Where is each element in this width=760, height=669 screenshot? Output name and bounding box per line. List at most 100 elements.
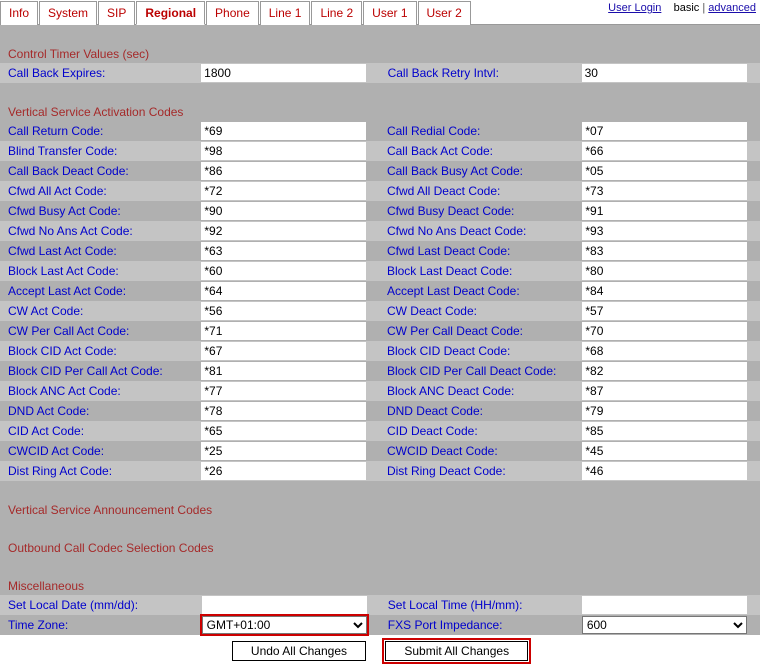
call-back-expires-input[interactable] bbox=[201, 64, 366, 82]
dnd-deact-code-input[interactable] bbox=[582, 402, 747, 420]
form-row: Cfwd No Ans Act Code:Cfwd No Ans Deact C… bbox=[0, 221, 760, 241]
section-announcement: Vertical Service Announcement Codes bbox=[0, 499, 760, 519]
tab-line-1[interactable]: Line 1 bbox=[260, 1, 311, 25]
call-back-retry-intvl-input[interactable] bbox=[582, 64, 747, 82]
cfwd-last-act-code-label: Cfwd Last Act Code: bbox=[0, 241, 201, 261]
blind-transfer-code-label: Blind Transfer Code: bbox=[0, 141, 201, 161]
section-control-timer: Control Timer Values (sec) bbox=[0, 43, 760, 63]
form-row: Dist Ring Act Code: Dist Ring Deact Code: bbox=[0, 461, 760, 481]
form-row: Block CID Act Code:Block CID Deact Code: bbox=[0, 341, 760, 361]
submit-all-changes-button[interactable]: Submit All Changes bbox=[385, 641, 528, 661]
cfwd-busy-deact-code-input[interactable] bbox=[582, 202, 747, 220]
accept-last-deact-code-input[interactable] bbox=[582, 282, 747, 300]
cw-act-code-input[interactable] bbox=[201, 302, 366, 320]
form-row: DND Act Code: DND Deact Code: bbox=[0, 401, 760, 421]
section-misc: Miscellaneous bbox=[0, 575, 760, 595]
time-zone-input[interactable]: GMT+01:00 bbox=[202, 616, 367, 634]
set-local-time-label: Set Local Time (HH/mm): bbox=[380, 595, 582, 615]
cfwd-all-deact-code-input[interactable] bbox=[582, 182, 747, 200]
cfwd-all-act-code-label: Cfwd All Act Code: bbox=[0, 181, 201, 201]
cw-deact-code-input[interactable] bbox=[582, 302, 747, 320]
cid-act-code-input[interactable] bbox=[201, 422, 366, 440]
cw-per-call-act-code-label: CW Per Call Act Code: bbox=[0, 321, 201, 341]
tab-info[interactable]: Info bbox=[0, 1, 38, 25]
cwcid-deact-code-label: CWCID Deact Code: bbox=[379, 441, 582, 461]
form-row: CWCID Act Code:CWCID Deact Code: bbox=[0, 441, 760, 461]
cid-deact-code-input[interactable] bbox=[582, 422, 747, 440]
cw-act-code-label: CW Act Code: bbox=[0, 301, 201, 321]
form-row: Call Back Expires:Call Back Retry Intvl: bbox=[0, 63, 760, 83]
cfwd-no-ans-act-code-input[interactable] bbox=[201, 222, 366, 240]
blind-transfer-code-input[interactable] bbox=[201, 142, 366, 160]
call-back-deact-code-input[interactable] bbox=[201, 162, 366, 180]
cid-act-code-label: CID Act Code: bbox=[0, 421, 201, 441]
section-outbound: Outbound Call Codec Selection Codes bbox=[0, 537, 760, 557]
call-return-code-label: Call Return Code: bbox=[0, 121, 201, 141]
user-login-link[interactable]: User Login bbox=[608, 2, 661, 14]
dist-ring-deact-code-input[interactable] bbox=[582, 462, 747, 480]
form-row: Blind Transfer Code:Call Back Act Code: bbox=[0, 141, 760, 161]
block-anc-deact-code-label: Block ANC Deact Code: bbox=[379, 381, 582, 401]
block-cid-per-call-act-code-label: Block CID Per Call Act Code: bbox=[0, 361, 201, 381]
dist-ring-act-code-label: Dist Ring Act Code: bbox=[0, 461, 201, 481]
form-row: Call Back Deact Code:Call Back Busy Act … bbox=[0, 161, 760, 181]
dist-ring-deact-code-label: Dist Ring Deact Code: bbox=[379, 461, 582, 481]
cwcid-act-code-input[interactable] bbox=[201, 442, 366, 460]
tab-user-1[interactable]: User 1 bbox=[363, 1, 416, 25]
form-row: Block ANC Act Code:Block ANC Deact Code: bbox=[0, 381, 760, 401]
cfwd-busy-act-code-label: Cfwd Busy Act Code: bbox=[0, 201, 201, 221]
cfwd-last-act-code-input[interactable] bbox=[201, 242, 366, 260]
dist-ring-act-code-input[interactable] bbox=[201, 462, 366, 480]
form-row: Time Zone:GMT+01:00FXS Port Impedance:60… bbox=[0, 615, 760, 635]
tab-line-2[interactable]: Line 2 bbox=[311, 1, 362, 25]
tab-regional[interactable]: Regional bbox=[136, 1, 205, 25]
cfwd-all-act-code-input[interactable] bbox=[201, 182, 366, 200]
accept-last-act-code-label: Accept Last Act Code: bbox=[0, 281, 201, 301]
form-row: Cfwd Busy Act Code:Cfwd Busy Deact Code: bbox=[0, 201, 760, 221]
tab-phone[interactable]: Phone bbox=[206, 1, 259, 25]
block-last-deact-code-input[interactable] bbox=[582, 262, 747, 280]
tab-sip[interactable]: SIP bbox=[98, 1, 135, 25]
dnd-act-code-label: DND Act Code: bbox=[0, 401, 201, 421]
form-row: Cfwd All Act Code: Cfwd All Deact Code: bbox=[0, 181, 760, 201]
form-row: Set Local Date (mm/dd):Set Local Time (H… bbox=[0, 595, 760, 615]
block-cid-act-code-label: Block CID Act Code: bbox=[0, 341, 201, 361]
call-back-busy-act-code-input[interactable] bbox=[582, 162, 747, 180]
section-vsac: Vertical Service Activation Codes bbox=[0, 101, 760, 121]
cfwd-all-deact-code-label: Cfwd All Deact Code: bbox=[379, 181, 582, 201]
call-redial-code-input[interactable] bbox=[582, 122, 747, 140]
set-local-time-input[interactable] bbox=[582, 596, 747, 614]
block-last-act-code-input[interactable] bbox=[201, 262, 366, 280]
cw-per-call-act-code-input[interactable] bbox=[201, 322, 366, 340]
block-cid-deact-code-input[interactable] bbox=[582, 342, 747, 360]
cfwd-no-ans-deact-code-input[interactable] bbox=[582, 222, 747, 240]
block-anc-deact-code-input[interactable] bbox=[582, 382, 747, 400]
tab-system[interactable]: System bbox=[39, 1, 97, 25]
cwcid-deact-code-input[interactable] bbox=[582, 442, 747, 460]
tab-user-2[interactable]: User 2 bbox=[418, 1, 471, 25]
cw-deact-code-label: CW Deact Code: bbox=[379, 301, 582, 321]
form-row: Block Last Act Code:Block Last Deact Cod… bbox=[0, 261, 760, 281]
form-row: Block CID Per Call Act Code:Block CID Pe… bbox=[0, 361, 760, 381]
call-back-act-code-input[interactable] bbox=[582, 142, 747, 160]
form-row: CID Act Code:CID Deact Code: bbox=[0, 421, 760, 441]
block-anc-act-code-input[interactable] bbox=[201, 382, 366, 400]
call-redial-code-label: Call Redial Code: bbox=[379, 121, 582, 141]
form-row: Call Return Code: Call Redial Code: bbox=[0, 121, 760, 141]
fxs-port-impedance-input[interactable]: 600 bbox=[582, 616, 747, 634]
block-last-deact-code-label: Block Last Deact Code: bbox=[379, 261, 582, 281]
cw-per-call-deact-code-input[interactable] bbox=[582, 322, 747, 340]
undo-all-changes-button[interactable]: Undo All Changes bbox=[232, 641, 366, 661]
dnd-act-code-input[interactable] bbox=[201, 402, 366, 420]
call-return-code-input[interactable] bbox=[201, 122, 366, 140]
call-back-deact-code-label: Call Back Deact Code: bbox=[0, 161, 201, 181]
set-local-date-input[interactable] bbox=[202, 596, 367, 614]
cfwd-last-deact-code-input[interactable] bbox=[582, 242, 747, 260]
accept-last-act-code-input[interactable] bbox=[201, 282, 366, 300]
dnd-deact-code-label: DND Deact Code: bbox=[379, 401, 582, 421]
advanced-mode-link[interactable]: advanced bbox=[708, 2, 756, 14]
block-cid-per-call-deact-code-input[interactable] bbox=[582, 362, 747, 380]
cfwd-busy-act-code-input[interactable] bbox=[201, 202, 366, 220]
block-cid-act-code-input[interactable] bbox=[201, 342, 366, 360]
block-cid-per-call-act-code-input[interactable] bbox=[201, 362, 366, 380]
